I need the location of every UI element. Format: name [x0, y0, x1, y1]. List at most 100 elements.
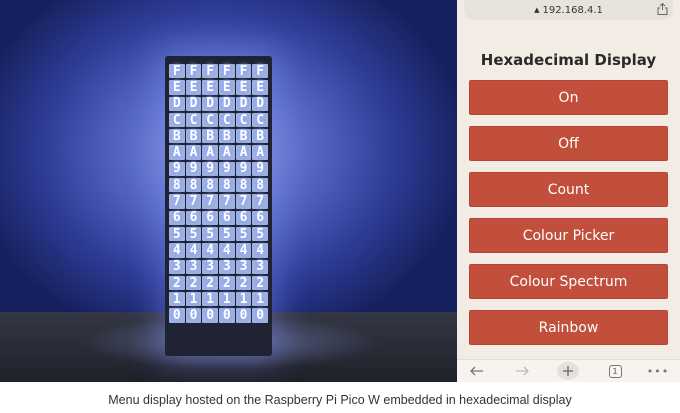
led-digit: 6	[252, 210, 268, 225]
led-digit: 0	[252, 308, 268, 323]
count-button[interactable]: Count	[469, 172, 668, 207]
forward-arrow-icon[interactable]	[511, 362, 533, 380]
led-digit: 9	[202, 161, 218, 176]
led-digit: C	[185, 113, 202, 128]
colour-spectrum-button[interactable]: Colour Spectrum	[469, 264, 668, 299]
led-digit: 4	[252, 243, 268, 258]
led-digit: D	[185, 96, 202, 111]
led-digit: A	[252, 145, 268, 160]
led-digit: 9	[219, 161, 235, 176]
led-digit: E	[202, 80, 218, 95]
led-digit: 9	[185, 161, 202, 176]
led-digit: 5	[169, 227, 185, 242]
off-button[interactable]: Off	[469, 126, 668, 161]
led-digit: 7	[252, 194, 268, 209]
led-digit: 1	[252, 292, 268, 307]
led-digit: A	[202, 145, 218, 160]
led-digit: F	[252, 64, 268, 79]
lock-icon: ▲	[534, 6, 540, 14]
led-digit: 2	[169, 276, 185, 291]
tabs-count: 1	[608, 364, 622, 378]
led-digit: F	[235, 64, 252, 79]
led-digit: F	[202, 64, 218, 79]
led-digit: 2	[202, 276, 218, 291]
rainbow-button[interactable]: Rainbow	[469, 310, 668, 345]
url-text: 192.168.4.1	[542, 4, 603, 16]
led-digit: C	[202, 113, 218, 128]
led-digit: 4	[219, 243, 235, 258]
phone-screen: ▲ 192.168.4.1 Hexadecimal Display On Off…	[457, 0, 680, 382]
more-dots-icon[interactable]: •••	[647, 362, 668, 380]
led-digit: B	[219, 129, 235, 144]
plus-icon[interactable]	[557, 362, 579, 380]
led-digit: C	[235, 113, 252, 128]
led-digit: 7	[219, 194, 235, 209]
led-digit: 8	[219, 178, 235, 193]
image-caption: Menu display hosted on the Raspberry Pi …	[108, 393, 572, 407]
led-digit: B	[185, 129, 202, 144]
led-digit: 1	[202, 292, 218, 307]
led-digit: 3	[252, 259, 268, 274]
led-digit: 5	[219, 227, 235, 242]
led-digit: 0	[202, 308, 218, 323]
on-button[interactable]: On	[469, 80, 668, 115]
led-digit: 6	[235, 210, 252, 225]
led-digit: 6	[202, 210, 218, 225]
led-digit: 1	[185, 292, 202, 307]
led-digit: B	[235, 129, 252, 144]
led-digit: B	[169, 129, 185, 144]
led-digit: A	[235, 145, 252, 160]
led-grid: FFFFFFEEEEEEDDDDDDCCCCCCBBBBBBAAAAAA9999…	[169, 63, 268, 324]
led-digit: 0	[235, 308, 252, 323]
led-digit: 2	[185, 276, 202, 291]
led-digit: 7	[185, 194, 202, 209]
led-digit: 3	[185, 259, 202, 274]
led-digit: 3	[235, 259, 252, 274]
led-digit: 4	[235, 243, 252, 258]
led-digit: 6	[219, 210, 235, 225]
led-digit: 8	[169, 178, 185, 193]
led-digit: 6	[169, 210, 185, 225]
led-digit: 2	[235, 276, 252, 291]
led-digit: 1	[169, 292, 185, 307]
led-digit: D	[219, 96, 235, 111]
led-digit: 4	[202, 243, 218, 258]
hexadecimal-display-device: FFFFFFEEEEEEDDDDDDCCCCCCBBBBBBAAAAAA9999…	[165, 56, 272, 356]
led-digit: 3	[219, 259, 235, 274]
led-digit: 9	[169, 161, 185, 176]
led-digit: 8	[185, 178, 202, 193]
colour-picker-button[interactable]: Colour Picker	[469, 218, 668, 253]
led-digit: C	[252, 113, 268, 128]
led-digit: B	[202, 129, 218, 144]
led-digit: 7	[169, 194, 185, 209]
page-title: Hexadecimal Display	[480, 51, 657, 69]
led-digit: C	[219, 113, 235, 128]
led-digit: 4	[185, 243, 202, 258]
back-arrow-icon[interactable]	[466, 362, 488, 380]
display-photo: FFFFFFEEEEEEDDDDDDCCCCCCBBBBBBAAAAAA9999…	[0, 0, 457, 382]
led-digit: E	[235, 80, 252, 95]
address-bar[interactable]: ▲ 192.168.4.1	[464, 0, 673, 20]
led-digit: D	[252, 96, 268, 111]
led-digit: 5	[185, 227, 202, 242]
led-digit: B	[252, 129, 268, 144]
led-digit: 0	[219, 308, 235, 323]
led-digit: 5	[202, 227, 218, 242]
led-digit: D	[169, 96, 185, 111]
led-digit: F	[185, 64, 202, 79]
tabs-button[interactable]: 1	[607, 362, 623, 380]
led-digit: 7	[202, 194, 218, 209]
led-digit: 9	[252, 161, 268, 176]
screenshot: FFFFFFEEEEEEDDDDDDCCCCCCBBBBBBAAAAAA9999…	[0, 0, 680, 413]
led-digit: F	[219, 64, 235, 79]
led-digit: E	[169, 80, 185, 95]
led-digit: F	[169, 64, 185, 79]
share-icon[interactable]	[657, 3, 668, 15]
led-digit: 8	[252, 178, 268, 193]
led-digit: 1	[235, 292, 252, 307]
led-digit: 0	[185, 308, 202, 323]
led-digit: E	[252, 80, 268, 95]
led-digit: A	[219, 145, 235, 160]
led-digit: 2	[219, 276, 235, 291]
led-digit: 8	[235, 178, 252, 193]
